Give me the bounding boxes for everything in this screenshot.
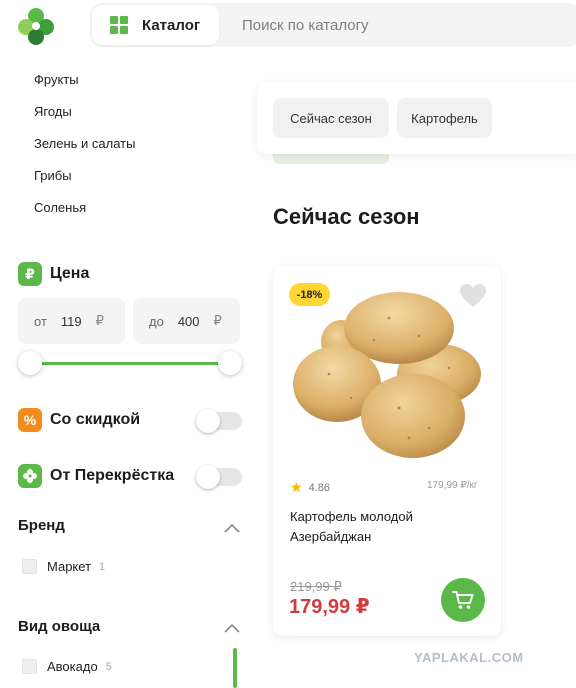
price-from-field[interactable]: от 119 ₽ [18, 298, 125, 344]
veg-type-option-avocado[interactable]: Авокадо 5 [22, 659, 112, 674]
heart-icon[interactable] [459, 283, 487, 309]
chip-season[interactable]: Сейчас сезон [273, 98, 389, 138]
brand-option-market[interactable]: Маркет 1 [22, 559, 105, 574]
category-list: Фрукты Ягоды Зелень и салаты Грибы Солен… [34, 70, 135, 230]
logo-icon[interactable] [16, 6, 56, 46]
ruble-icon: ₽ [18, 262, 42, 286]
price-to-currency: ₽ [213, 313, 222, 328]
price-filter-title: ₽ Цена [18, 262, 89, 286]
current-price: 179,99 ₽ [289, 596, 370, 618]
perekrestok-filter: От Перекрёстка [18, 464, 174, 488]
price-title-label: Цена [50, 265, 90, 282]
cart-icon [452, 591, 474, 609]
brand-checkbox[interactable] [22, 559, 37, 574]
discount-toggle[interactable] [196, 409, 242, 433]
discount-filter: % Со скидкой [18, 408, 140, 432]
brand-option-label: Маркет [47, 559, 92, 574]
grid-icon [110, 16, 128, 34]
brand-title-label: Бренд [18, 517, 65, 534]
watermark: YAPLAKAL.COM [414, 650, 524, 665]
category-item-fruits[interactable]: Фрукты [34, 70, 135, 102]
page: Каталог Фрукты Ягоды Зелень и салаты Гри… [0, 0, 576, 688]
category-item-berries[interactable]: Ягоды [34, 102, 135, 134]
category-item-mushrooms[interactable]: Грибы [34, 166, 135, 198]
price-slider-track[interactable] [30, 362, 230, 365]
perekrestok-toggle-knob [196, 465, 220, 489]
sidebar-scrollbar[interactable] [233, 648, 237, 688]
chevron-up-icon[interactable] [224, 523, 240, 533]
price-from-value: 119 [60, 313, 82, 329]
catalog-label: Каталог [142, 16, 201, 34]
product-image[interactable] [289, 288, 485, 464]
percent-icon: % [18, 408, 42, 432]
search-input[interactable] [232, 8, 562, 42]
product-rating: ★ 4.86 [290, 479, 330, 496]
chip-potato[interactable]: Картофель [397, 98, 492, 138]
veg-type-option-count: 5 [105, 660, 112, 673]
discount-badge: -18% [289, 283, 330, 306]
clover-icon [18, 464, 42, 488]
discount-filter-label: Со скидкой [50, 411, 141, 428]
old-price: 219,99 ₽ [290, 579, 342, 594]
category-item-pickles[interactable]: Соленья [34, 198, 135, 230]
rating-value: 4.86 [308, 481, 330, 494]
price-to-field[interactable]: до 400 ₽ [133, 298, 240, 344]
perekrestok-filter-label: От Перекрёстка [50, 467, 175, 484]
price-to-value: 400 [177, 313, 200, 329]
product-name[interactable]: Картофель молодой Азербайджан [290, 507, 470, 547]
veg-type-option-label: Авокадо [47, 659, 98, 674]
header: Каталог [0, 0, 576, 60]
chevron-up-icon[interactable] [224, 623, 240, 633]
brand-filter-title[interactable]: Бренд [18, 517, 65, 534]
add-to-cart-button[interactable] [441, 578, 485, 622]
price-from-prefix: от [34, 313, 47, 329]
veg-type-title-label: Вид овоща [18, 618, 101, 635]
price-slider-min-handle[interactable] [18, 351, 42, 375]
catalog-button[interactable]: Каталог [92, 5, 219, 45]
veg-type-filter-title[interactable]: Вид овоща [18, 618, 100, 635]
category-item-greens[interactable]: Зелень и салаты [34, 134, 135, 166]
price-slider-max-handle[interactable] [218, 351, 242, 375]
discount-toggle-knob [196, 409, 220, 433]
veg-type-checkbox[interactable] [22, 659, 37, 674]
price-to-prefix: до [149, 313, 164, 329]
unit-price: 179,99 ₽/кг [427, 480, 478, 491]
section-heading: Сейчас сезон [273, 204, 420, 229]
price-from-currency: ₽ [95, 313, 104, 328]
star-icon: ★ [290, 479, 303, 495]
perekrestok-toggle[interactable] [196, 465, 242, 489]
brand-option-count: 1 [99, 560, 106, 573]
